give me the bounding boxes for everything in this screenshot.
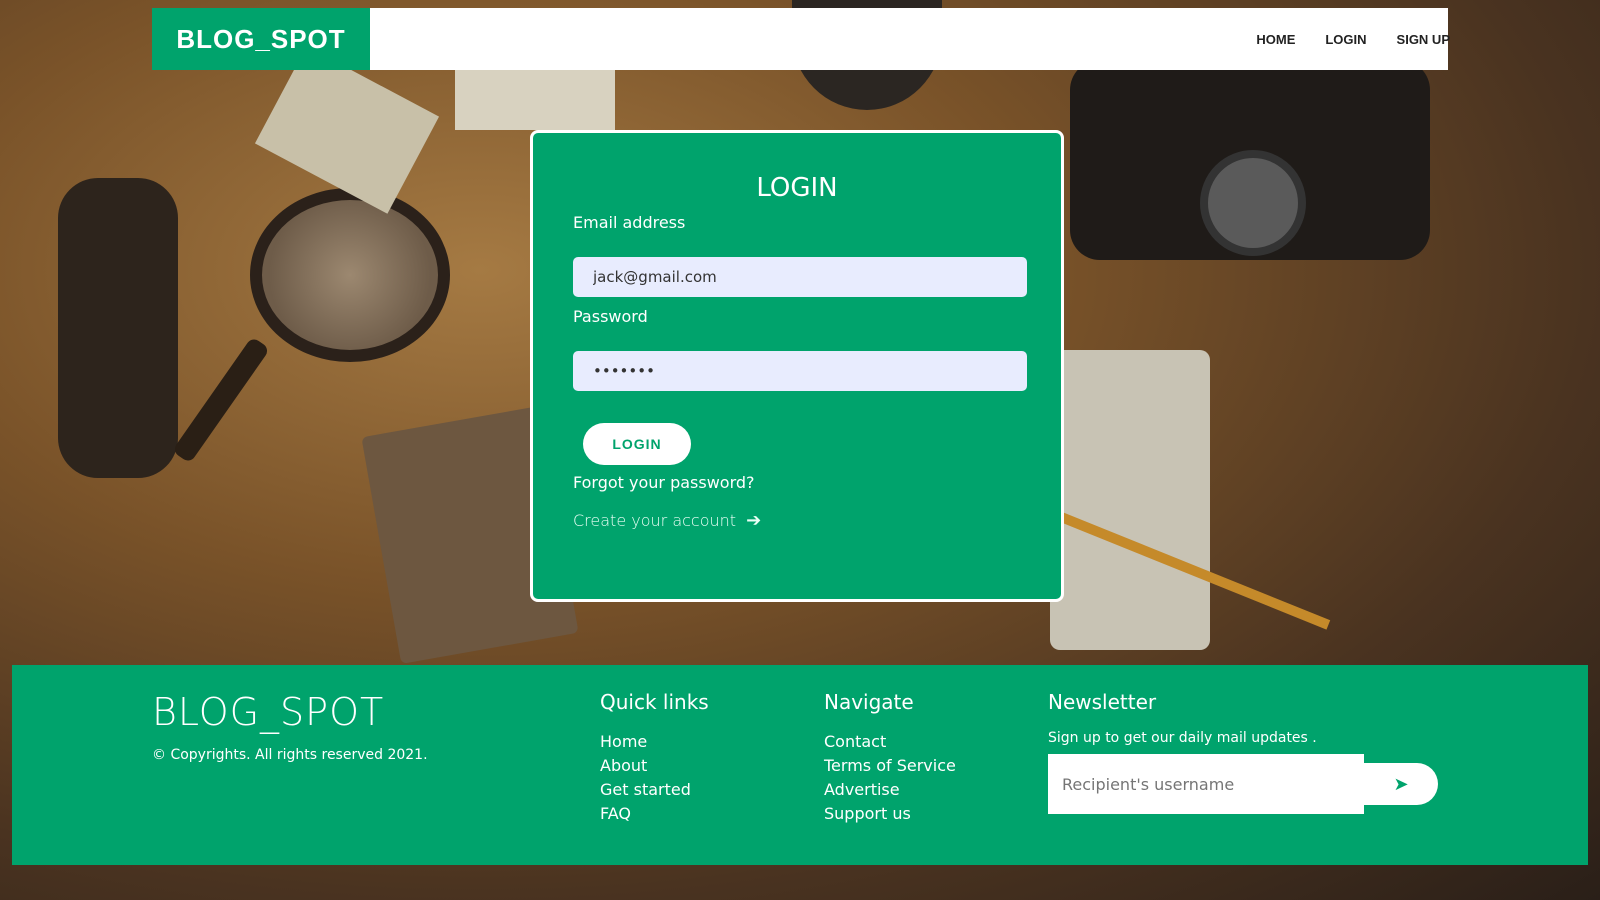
background-magnifier-handle (171, 336, 271, 464)
top-navbar: BLOG_SPOT HOME LOGIN SIGN UP (152, 8, 1450, 70)
background-magnifier (250, 188, 450, 362)
footer-link-get-started[interactable]: Get started (600, 778, 709, 802)
newsletter-form: ➤ (1048, 754, 1438, 814)
email-label: Email address (573, 213, 686, 232)
login-title: LOGIN (756, 173, 838, 203)
footer-link-support[interactable]: Support us (824, 802, 956, 826)
nav-link-home[interactable]: HOME (1256, 32, 1295, 47)
nav-link-signup[interactable]: SIGN UP (1397, 32, 1450, 47)
login-button[interactable]: LOGIN (583, 423, 691, 465)
navigate-column: Navigate Contact Terms of Service Advert… (824, 690, 956, 826)
footer-link-about[interactable]: About (600, 754, 709, 778)
background-spool (58, 178, 178, 478)
paper-plane-icon: ➤ (1393, 773, 1409, 794)
background-paper (1050, 350, 1210, 650)
newsletter-input[interactable] (1048, 754, 1364, 814)
newsletter-subtitle: Sign up to get our daily mail updates . (1048, 730, 1317, 746)
footer-link-advertise[interactable]: Advertise (824, 778, 956, 802)
newsletter-column: Newsletter Sign up to get our daily mail… (1048, 690, 1438, 814)
login-card: LOGIN Email address Password LOGIN Forgo… (530, 130, 1064, 602)
nav-links: HOME LOGIN SIGN UP (1256, 32, 1450, 47)
footer-link-faq[interactable]: FAQ (600, 802, 709, 826)
background-photo (254, 46, 440, 214)
nav-link-login[interactable]: LOGIN (1325, 32, 1366, 47)
email-field[interactable] (573, 257, 1027, 297)
quick-links-heading: Quick links (600, 690, 709, 714)
site-footer: BLOG_SPOT © Copyrights. All rights reser… (12, 665, 1588, 865)
newsletter-heading: Newsletter (1048, 690, 1157, 714)
brand-logo[interactable]: BLOG_SPOT (152, 8, 370, 70)
arrow-right-icon: ➔ (746, 510, 762, 531)
footer-link-terms[interactable]: Terms of Service (824, 754, 956, 778)
footer-link-contact[interactable]: Contact (824, 730, 956, 754)
background-camera-lens (1200, 150, 1306, 256)
navigate-heading: Navigate (824, 690, 914, 714)
create-account-label: Create your account (573, 511, 737, 530)
password-field[interactable] (573, 351, 1027, 391)
forgot-password-link[interactable]: Forgot your password? (573, 473, 755, 492)
footer-copyright: © Copyrights. All rights reserved 2021. (152, 747, 428, 763)
password-label: Password (573, 307, 648, 326)
background-photo (455, 70, 615, 130)
footer-brand: BLOG_SPOT (152, 690, 385, 734)
quick-links-column: Quick links Home About Get started FAQ (600, 690, 709, 826)
footer-link-home[interactable]: Home (600, 730, 709, 754)
create-account-link[interactable]: Create your account ➔ (573, 510, 761, 531)
newsletter-send-button[interactable]: ➤ (1364, 763, 1438, 805)
